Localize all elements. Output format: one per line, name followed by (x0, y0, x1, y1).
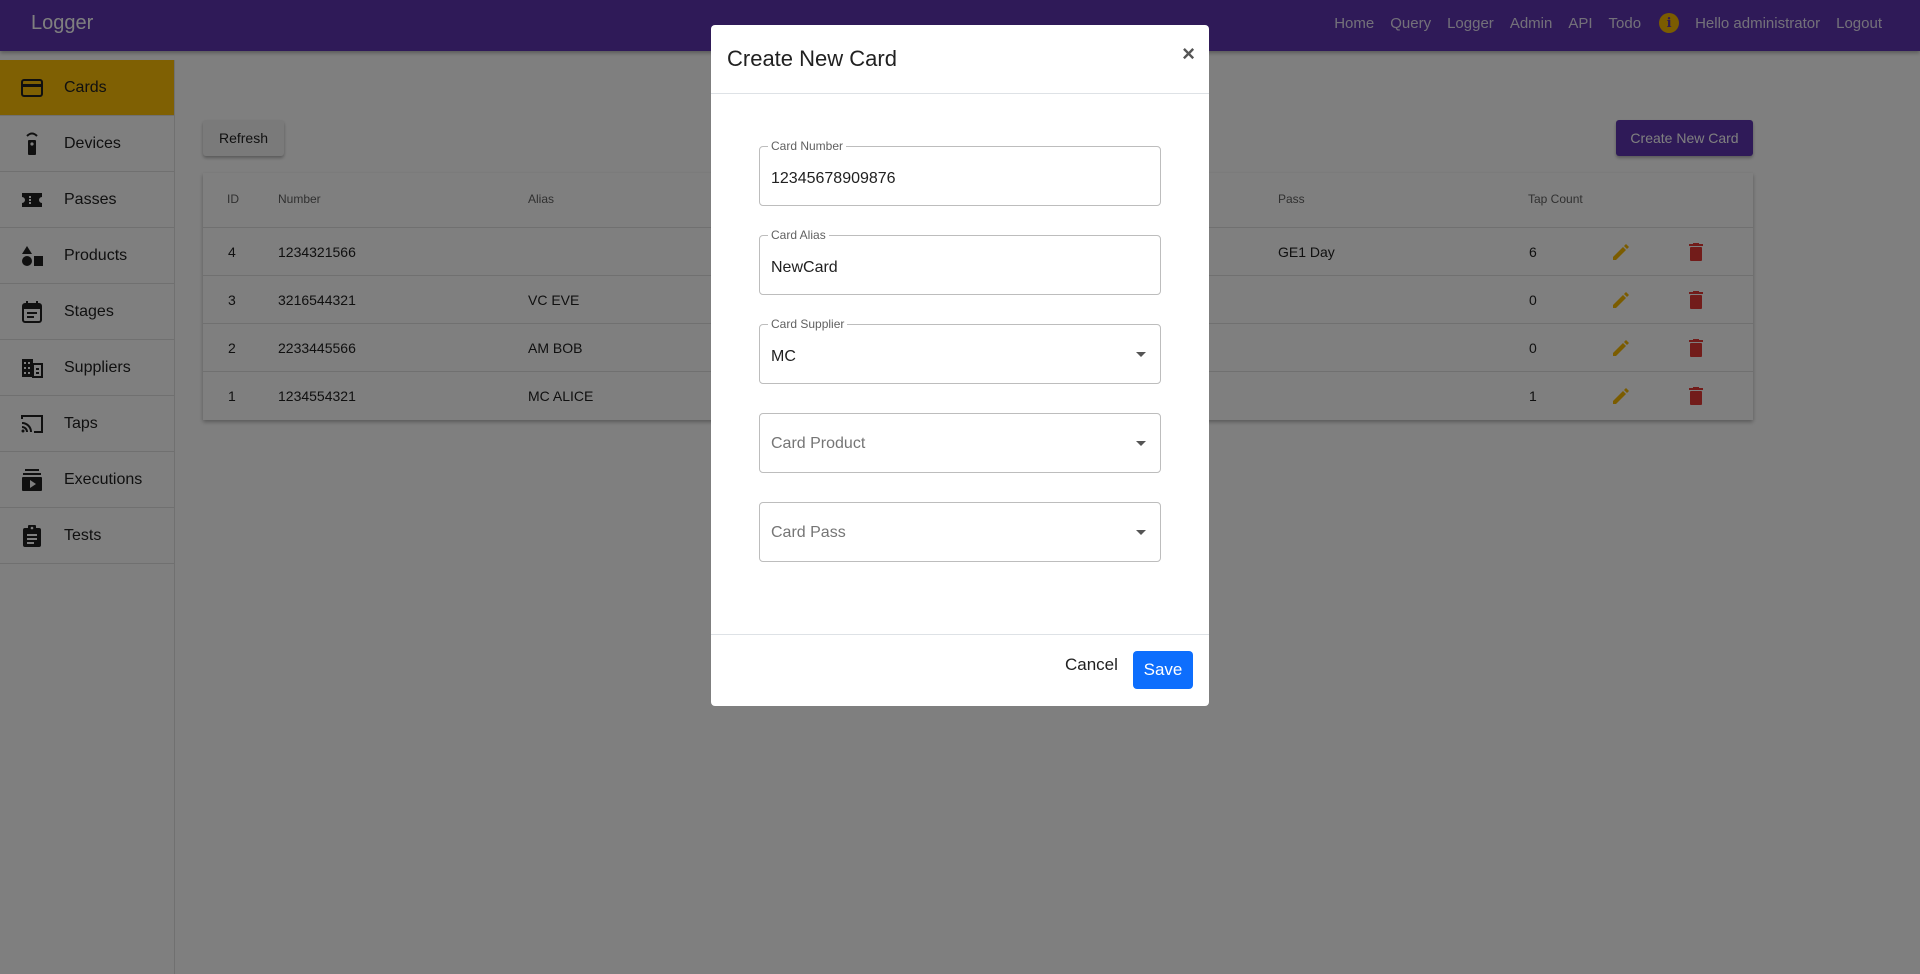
chevron-down-icon[interactable] (1136, 530, 1146, 535)
card-alias-field[interactable]: Card Alias NewCard (759, 228, 1161, 295)
dialog-header: Create New Card × (711, 25, 1209, 94)
cancel-button[interactable]: Cancel (1065, 655, 1118, 675)
card-pass-select[interactable]: Card Pass (759, 502, 1161, 562)
card-number-field[interactable]: Card Number 12345678909876 (759, 139, 1161, 206)
chevron-down-icon[interactable] (1136, 352, 1146, 357)
create-card-dialog: Create New Card × Card Number 1234567890… (711, 25, 1209, 706)
close-icon[interactable]: × (1182, 41, 1195, 67)
card-supplier-select[interactable]: Card Supplier MC (759, 317, 1161, 384)
save-button[interactable]: Save (1133, 651, 1193, 689)
card-supplier-label: Card Supplier (768, 317, 848, 331)
card-product-placeholder: Card Product (771, 435, 866, 452)
card-alias-value[interactable]: NewCard (771, 259, 838, 277)
dialog-footer: Cancel Save (711, 634, 1209, 706)
card-product-select[interactable]: Card Product (759, 413, 1161, 473)
card-number-label: Card Number (768, 139, 847, 153)
card-pass-placeholder: Card Pass (771, 524, 846, 541)
card-supplier-value: MC (771, 348, 796, 365)
dialog-title: Create New Card (727, 46, 897, 71)
card-number-value[interactable]: 12345678909876 (771, 170, 896, 188)
card-alias-label: Card Alias (768, 228, 829, 242)
chevron-down-icon[interactable] (1136, 441, 1146, 446)
